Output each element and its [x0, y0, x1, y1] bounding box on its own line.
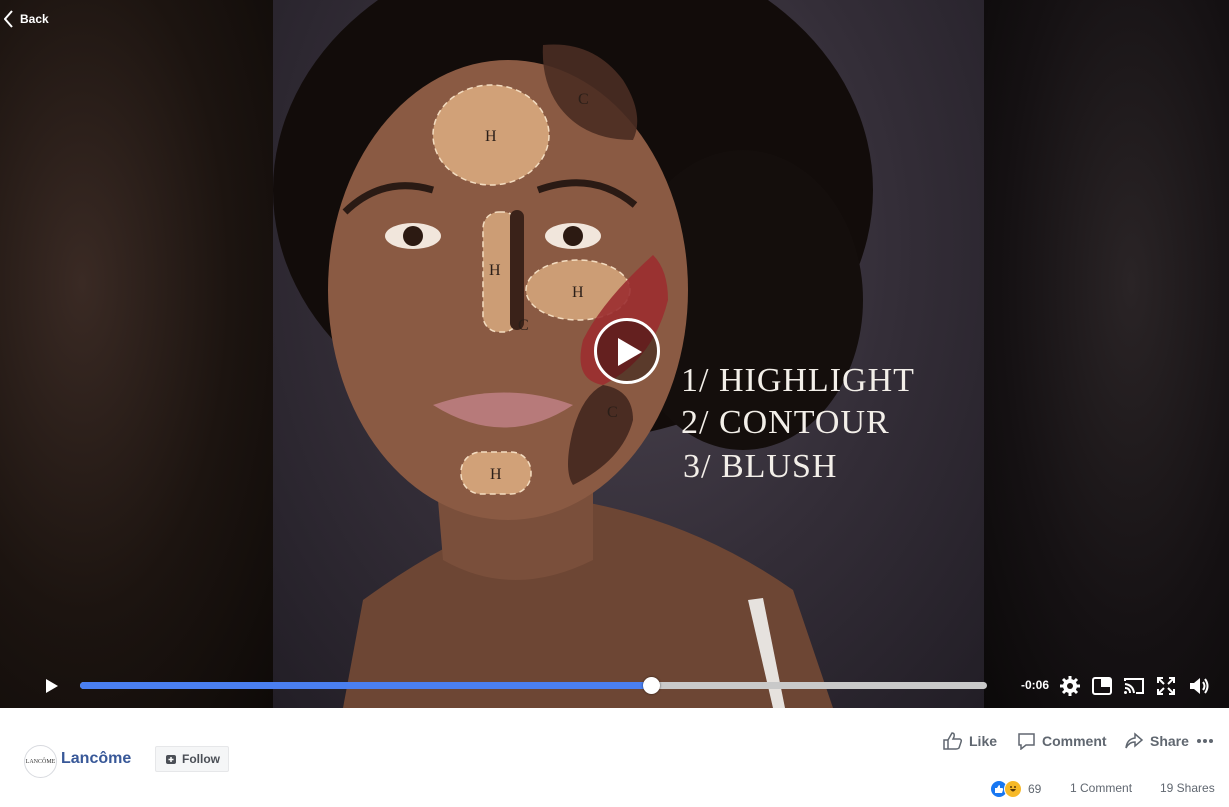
volume-icon[interactable]: [1188, 675, 1210, 697]
play-button[interactable]: [40, 675, 62, 697]
comment-button[interactable]: Comment: [1017, 732, 1107, 750]
highlight-label-cheek: H: [572, 284, 584, 301]
thumbs-up-icon: [943, 732, 963, 750]
shares-count-link[interactable]: 19 Shares: [1160, 781, 1215, 795]
follow-label: Follow: [182, 752, 220, 766]
contour-label-jaw: C: [607, 404, 618, 421]
scrubber-handle[interactable]: [643, 677, 661, 694]
contour-label-nose: C: [518, 317, 529, 334]
comments-count-link[interactable]: 1 Comment: [1070, 781, 1132, 795]
progress-fill: [80, 682, 652, 689]
video-background-right: [984, 0, 1229, 708]
reaction-count: 69: [1028, 782, 1042, 796]
contour-label-temple: C: [578, 91, 589, 108]
back-label: Back: [20, 12, 49, 26]
gear-icon[interactable]: [1059, 675, 1081, 697]
chevron-left-icon: [4, 10, 13, 28]
caption-line-3: 3/ BLUSH: [683, 448, 838, 485]
page-name-link[interactable]: Lancôme: [61, 750, 131, 768]
cast-icon[interactable]: [1123, 675, 1145, 697]
caption-line-2: 2/ CONTOUR: [681, 404, 890, 441]
highlight-label-nose: H: [489, 262, 501, 279]
post-footer: LANCÔME Lancôme Follow Like Comment Shar…: [0, 708, 1229, 807]
like-button[interactable]: Like: [943, 732, 997, 750]
highlight-label-chin: H: [490, 466, 502, 483]
like-label: Like: [969, 733, 998, 749]
caption-line-1: 1/ HIGHLIGHT: [681, 362, 915, 399]
comment-label: Comment: [1042, 733, 1107, 749]
comment-icon: [1018, 733, 1035, 750]
avatar[interactable]: LANCÔME: [24, 745, 57, 778]
more-options-icon[interactable]: [1196, 738, 1214, 744]
progress-bar[interactable]: [80, 677, 987, 694]
haha-reaction-icon: [1004, 780, 1022, 798]
time-remaining: -0:06: [1021, 678, 1050, 692]
play-icon: [618, 338, 642, 366]
share-button[interactable]: Share: [1124, 732, 1189, 750]
play-overlay-button[interactable]: [594, 318, 660, 384]
highlight-label-forehead: H: [485, 128, 497, 145]
share-label: Share: [1150, 733, 1189, 749]
share-arrow-icon: [1125, 732, 1144, 749]
picture-in-picture-icon[interactable]: [1091, 675, 1113, 697]
video-background-left: [0, 0, 273, 708]
follow-icon: [166, 755, 176, 764]
video-player[interactable]: H H H H C C C 1/ HIGHLIGHT 2/ CONTOUR 3/…: [0, 0, 1229, 708]
reactions-summary[interactable]: 69: [990, 780, 1041, 798]
video-controls: -0:06: [0, 666, 1229, 708]
fullscreen-icon[interactable]: [1155, 675, 1177, 697]
back-button[interactable]: Back: [4, 10, 49, 28]
follow-button[interactable]: Follow: [155, 746, 229, 772]
